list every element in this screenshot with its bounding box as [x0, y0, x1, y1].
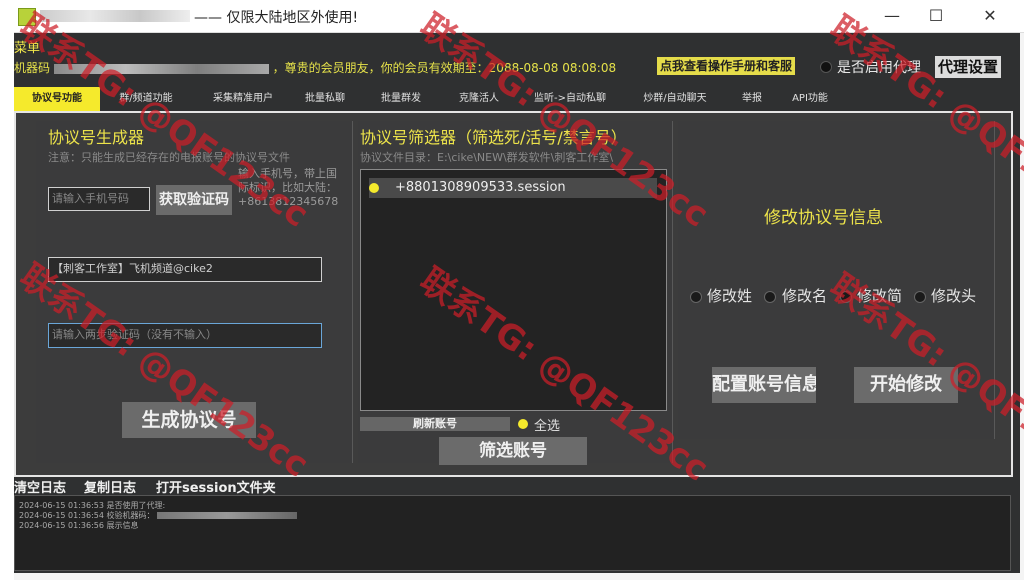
machine-row: 机器码 ，尊贵的会员朋友，你的会员有效期至：2088-08-08 08:08:0… — [14, 59, 616, 77]
studio-text-field[interactable]: 【刺客工作室】飞机频道@cike2 — [48, 257, 322, 282]
session-checkbox[interactable] — [369, 183, 379, 193]
tab-auto-chat[interactable]: 炒群/自动聊天 — [628, 87, 722, 111]
twofa-input[interactable]: 请输入两步验证码（没有不输入） — [48, 323, 322, 348]
tab-bar: 协议号功能 群/频道功能 采集精准用户 批量私聊 批量群发 克隆活人 监听->自… — [14, 87, 1020, 111]
window-titlebar: —— 仅限大陆地区外使用! — ☐ ✕ — [14, 0, 1024, 33]
session-name: +8801308909533.session — [395, 180, 566, 195]
open-session-folder-button[interactable]: 打开session文件夹 — [156, 477, 276, 496]
modify-title: 修改协议号信息 — [764, 208, 883, 228]
tab-collect-users[interactable]: 采集精准用户 — [198, 87, 288, 111]
modify-lastname-label: 修改姓 — [707, 287, 753, 305]
tab-bulk-dm[interactable]: 批量私聊 — [292, 87, 358, 111]
machine-label: 机器码 — [14, 61, 51, 75]
modify-panel: 修改协议号信息 修改姓 修改名 修改简 修改头 配置账号信息 开始修改 — [678, 121, 995, 439]
maximize-button[interactable]: ☐ — [914, 4, 958, 28]
select-all-radio[interactable] — [518, 419, 528, 429]
background-document — [0, 0, 14, 580]
refresh-accounts-button[interactable]: 刷新账号 — [360, 417, 510, 431]
tab-group-channel[interactable]: 群/频道功能 — [106, 87, 186, 111]
generator-panel: 协议号生成器 注意：只能生成已经存在的电报账号的协议号文件 请输入手机号码 获取… — [36, 121, 353, 463]
close-button[interactable]: ✕ — [968, 4, 1012, 28]
select-all-label: 全选 — [534, 419, 561, 434]
filter-title: 协议号筛选器（筛选死/活号/禁言号） — [360, 128, 627, 147]
menu-button[interactable]: 菜单 — [14, 37, 40, 56]
generator-note: 注意：只能生成已经存在的电报账号的协议号文件 — [48, 151, 290, 164]
tab-bulk-group[interactable]: 批量群发 — [364, 87, 438, 111]
generator-title: 协议号生成器 — [48, 128, 145, 147]
filter-directory: 协议文件目录：E:\cike\NEW\群发软件\刺客工作室\ — [360, 151, 614, 164]
start-modify-button[interactable]: 开始修改 — [854, 367, 958, 403]
filter-panel: 协议号筛选器（筛选死/活号/禁言号） 协议文件目录：E:\cike\NEW\群发… — [358, 121, 673, 465]
modify-firstname-label: 修改名 — [782, 287, 828, 305]
modify-bio-label: 修改简 — [857, 287, 903, 305]
minimize-button[interactable]: — — [870, 4, 914, 28]
config-account-button[interactable]: 配置账号信息 — [712, 367, 816, 403]
tab-report[interactable]: 举报 — [732, 87, 772, 111]
list-item[interactable]: +8801308909533.session — [369, 178, 657, 198]
filter-accounts-button[interactable]: 筛选账号 — [439, 437, 587, 465]
log-line: 2024-06-15 01:36:56 展示信息 — [19, 521, 139, 530]
membership-text: ，尊贵的会员朋友，你的会员有效期至：2088-08-08 08:08:08 — [272, 61, 617, 75]
window-title: —— 仅限大陆地区外使用! — [194, 10, 359, 26]
modify-bio-radio[interactable] — [840, 291, 852, 303]
tab-monitor[interactable]: 监听->自动私聊 — [522, 87, 618, 111]
proxy-label: 是否启用代理 — [837, 60, 921, 76]
tab-clone[interactable]: 克隆活人 — [446, 87, 512, 111]
content-area: 协议号生成器 注意：只能生成已经存在的电报账号的协议号文件 请输入手机号码 获取… — [14, 111, 1013, 477]
app-main: 菜单 机器码 ，尊贵的会员朋友，你的会员有效期至：2088-08-08 08:0… — [14, 33, 1020, 573]
help-button[interactable]: 点我查看操作手册和客服 — [657, 57, 796, 75]
tab-protocol[interactable]: 协议号功能 — [14, 87, 100, 111]
proxy-radio[interactable] — [820, 61, 832, 73]
app-icon — [18, 8, 36, 26]
modify-avatar-radio[interactable] — [914, 291, 926, 303]
session-list[interactable]: +8801308909533.session — [360, 169, 667, 411]
clear-log-button[interactable]: 清空日志 — [14, 477, 66, 496]
copy-log-button[interactable]: 复制日志 — [84, 477, 136, 496]
proxy-settings-button[interactable]: 代理设置 — [935, 56, 1002, 78]
log-toolbar: 清空日志 复制日志 打开session文件夹 — [14, 477, 1020, 496]
modify-lastname-radio[interactable] — [690, 291, 702, 303]
phone-input[interactable]: 请输入手机号码 — [48, 187, 150, 211]
blurred-app-name — [40, 10, 190, 22]
phone-hint: 输入手机号，带上国际标识，比如大陆：+8613812345678 — [238, 167, 339, 208]
log-output[interactable]: 2024-06-15 01:36:53 是否使用了代理: 2024-06-15 … — [14, 495, 1011, 571]
get-code-button[interactable]: 获取验证码 — [156, 185, 232, 215]
tab-api[interactable]: API功能 — [784, 87, 836, 111]
modify-avatar-label: 修改头 — [931, 287, 977, 305]
blurred-machine-code — [53, 63, 269, 74]
generate-button[interactable]: 生成协议号 — [122, 402, 256, 438]
modify-firstname-radio[interactable] — [764, 291, 776, 303]
